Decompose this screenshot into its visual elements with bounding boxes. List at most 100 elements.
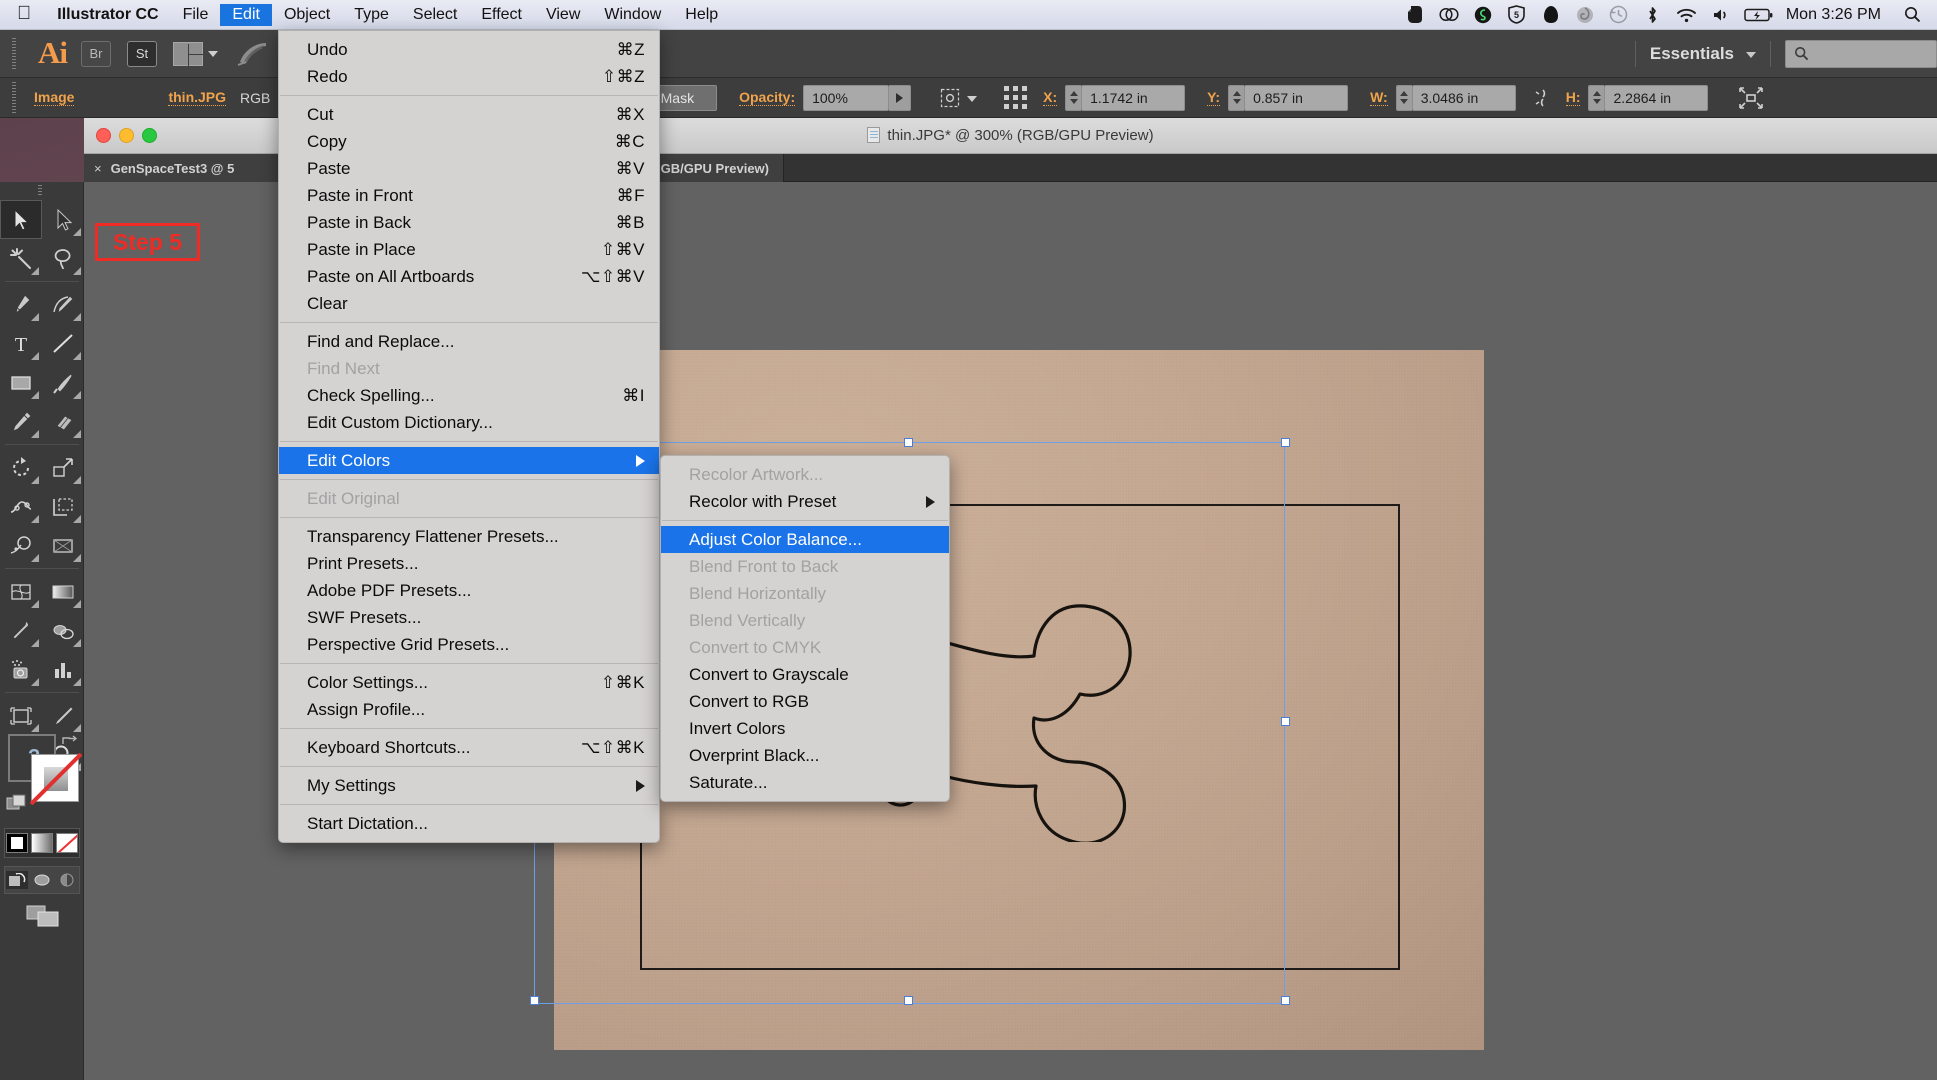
- selection-tool[interactable]: [0, 200, 42, 239]
- edit-menu-item-transparency-flattener-presets[interactable]: Transparency Flattener Presets...: [279, 523, 659, 550]
- edit-menu-item-redo[interactable]: Redo ⇧⌘Z: [279, 63, 659, 90]
- lock-proportions-icon[interactable]: [1532, 86, 1554, 110]
- magic-wand-tool[interactable]: [0, 239, 42, 278]
- screen-mode-icon[interactable]: [26, 904, 60, 928]
- rectangle-tool[interactable]: [0, 363, 42, 402]
- edit-menu[interactable]: Undo ⌘Z Redo ⇧⌘Z Cut ⌘X Copy ⌘C Paste ⌘V Paste in …: [278, 30, 660, 843]
- edit-colors-item-convert-to-grayscale[interactable]: Convert to Grayscale: [661, 661, 949, 688]
- edit-menu-item-print-presets[interactable]: Print Presets...: [279, 550, 659, 577]
- draw-inside[interactable]: [56, 871, 78, 889]
- edit-colors-item-overprint-black[interactable]: Overprint Black...: [661, 742, 949, 769]
- edit-menu-item-undo[interactable]: Undo ⌘Z: [279, 36, 659, 63]
- edit-menu-item-cut[interactable]: Cut ⌘X: [279, 101, 659, 128]
- mesh-tool[interactable]: [0, 572, 42, 611]
- width-tool[interactable]: [0, 487, 42, 526]
- free-transform-tool[interactable]: [42, 487, 84, 526]
- gradient-tool[interactable]: [42, 572, 84, 611]
- edit-menu-item-copy[interactable]: Copy ⌘C: [279, 128, 659, 155]
- battery-charging-icon[interactable]: [1738, 7, 1780, 23]
- edit-menu-item-start-dictation[interactable]: Start Dictation...: [279, 810, 659, 837]
- type-tool[interactable]: T: [0, 324, 42, 363]
- menubar-clock[interactable]: Mon 3:26 PM: [1780, 6, 1895, 24]
- tools-panel-grip[interactable]: [34, 184, 48, 196]
- shield-5-icon[interactable]: 5: [1500, 5, 1534, 24]
- blob-icon[interactable]: [1534, 5, 1568, 24]
- edit-menu-item-color-settings[interactable]: Color Settings... ⇧⌘K: [279, 669, 659, 696]
- y-value[interactable]: 0.857 in: [1244, 84, 1349, 111]
- column-graph-tool[interactable]: [42, 650, 84, 689]
- gradient-mode[interactable]: [30, 833, 53, 853]
- rotate-tool[interactable]: [0, 448, 42, 487]
- w-value[interactable]: 3.0486 in: [1411, 84, 1516, 111]
- edit-colors-item-saturate[interactable]: Saturate...: [661, 769, 949, 796]
- object-type-label[interactable]: Image: [34, 89, 75, 106]
- menubar-item-file[interactable]: File: [171, 4, 221, 26]
- volume-icon[interactable]: [1704, 7, 1738, 23]
- eraser-tool[interactable]: [42, 402, 84, 441]
- edit-menu-item-find-and-replace[interactable]: Find and Replace...: [279, 328, 659, 355]
- feather-icon[interactable]: [236, 40, 270, 68]
- curvature-tool[interactable]: [42, 285, 84, 324]
- draw-behind[interactable]: [31, 871, 53, 889]
- fill-swatch[interactable]: [30, 753, 82, 805]
- shape-builder-tool[interactable]: [0, 526, 42, 565]
- w-stepper[interactable]: [1395, 84, 1412, 111]
- transform-collapse-icon[interactable]: [1738, 86, 1764, 110]
- edit-menu-item-edit-colors[interactable]: Edit Colors: [279, 447, 659, 474]
- toolbar-grip[interactable]: [8, 36, 22, 71]
- wifi-icon[interactable]: [1670, 7, 1704, 23]
- align-dropdown[interactable]: [939, 87, 978, 109]
- edit-menu-item-paste-in-front[interactable]: Paste in Front ⌘F: [279, 182, 659, 209]
- edit-colors-submenu[interactable]: Recolor Artwork... Recolor with Preset Adj…: [660, 455, 950, 802]
- evernote-icon[interactable]: [1398, 5, 1432, 24]
- pen-tool[interactable]: [0, 285, 42, 324]
- line-segment-tool[interactable]: [42, 324, 84, 363]
- paintbrush-tool[interactable]: [42, 363, 84, 402]
- reference-point-icon[interactable]: [1003, 85, 1029, 111]
- h-stepper[interactable]: [1588, 84, 1605, 111]
- x-field[interactable]: 1.1742 in: [1065, 84, 1186, 111]
- spotlight-search-icon[interactable]: [1895, 6, 1929, 23]
- bridge-button[interactable]: Br: [81, 40, 111, 67]
- edit-menu-item-swf-presets[interactable]: SWF Presets...: [279, 604, 659, 631]
- h-value[interactable]: 2.2864 in: [1604, 84, 1709, 111]
- y-stepper[interactable]: [1228, 84, 1245, 111]
- bluetooth-icon[interactable]: [1636, 5, 1670, 25]
- edit-menu-item-paste-in-back[interactable]: Paste in Back ⌘B: [279, 209, 659, 236]
- opacity-popup-arrow[interactable]: [889, 84, 912, 111]
- direct-selection-tool[interactable]: [42, 200, 84, 239]
- symbol-sprayer-tool[interactable]: [0, 650, 42, 689]
- none-mode[interactable]: [55, 833, 78, 853]
- menubar-item-view[interactable]: View: [534, 4, 592, 26]
- eyedropper-tool[interactable]: [0, 611, 42, 650]
- pencil-tool[interactable]: [0, 402, 42, 441]
- search-box[interactable]: [1785, 39, 1937, 68]
- draw-normal[interactable]: [6, 871, 29, 889]
- blend-tool[interactable]: [42, 611, 84, 650]
- edit-menu-item-paste-in-place[interactable]: Paste in Place ⇧⌘V: [279, 236, 659, 263]
- w-field[interactable]: 3.0486 in: [1395, 84, 1516, 111]
- color-mode[interactable]: [6, 833, 29, 853]
- lasso-tool[interactable]: [42, 239, 84, 278]
- menubar-item-effect[interactable]: Effect: [469, 4, 534, 26]
- x-stepper[interactable]: [1065, 84, 1082, 111]
- x-value[interactable]: 1.1742 in: [1081, 84, 1186, 111]
- edit-colors-item-adjust-color-balance[interactable]: Adjust Color Balance...: [661, 526, 949, 553]
- edit-menu-item-keyboard-shortcuts[interactable]: Keyboard Shortcuts... ⌥⇧⌘K: [279, 734, 659, 761]
- menubar-item-type[interactable]: Type: [342, 4, 401, 26]
- edit-menu-item-paste[interactable]: Paste ⌘V: [279, 155, 659, 182]
- default-fill-stroke-icon[interactable]: [6, 794, 28, 814]
- menubar-app-name[interactable]: Illustrator CC: [45, 4, 170, 26]
- edit-menu-item-adobe-pdf-presets[interactable]: Adobe PDF Presets...: [279, 577, 659, 604]
- edit-menu-item-check-spelling[interactable]: Check Spelling... ⌘I: [279, 382, 659, 409]
- creative-cloud-icon[interactable]: [1432, 6, 1466, 23]
- edit-colors-item-recolor-with-preset[interactable]: Recolor with Preset: [661, 488, 949, 515]
- workspace-switcher[interactable]: Essentials: [1650, 44, 1756, 64]
- spiral-icon[interactable]: [1568, 6, 1602, 24]
- menubar-item-object[interactable]: Object: [272, 4, 342, 26]
- edit-colors-item-invert-colors[interactable]: Invert Colors: [661, 715, 949, 742]
- edit-menu-item-edit-custom-dictionary[interactable]: Edit Custom Dictionary...: [279, 409, 659, 436]
- edit-colors-item-convert-to-rgb[interactable]: Convert to RGB: [661, 688, 949, 715]
- opacity-control[interactable]: 100%: [803, 84, 912, 111]
- edit-menu-item-clear[interactable]: Clear: [279, 290, 659, 317]
